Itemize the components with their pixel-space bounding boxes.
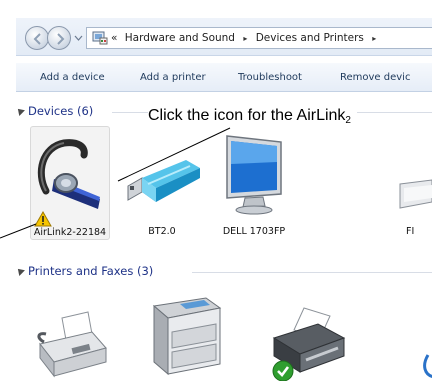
callout-lines — [0, 127, 231, 239]
instruction-annotation: Click the icon for the AirLink2 — [148, 107, 357, 126]
annotation-text: Click the icon for the AirLink — [148, 107, 346, 124]
annotation-subscript: 2 — [345, 115, 351, 126]
callout-line-to-warning — [0, 223, 37, 239]
callout-line-to-icon — [117, 127, 231, 182]
